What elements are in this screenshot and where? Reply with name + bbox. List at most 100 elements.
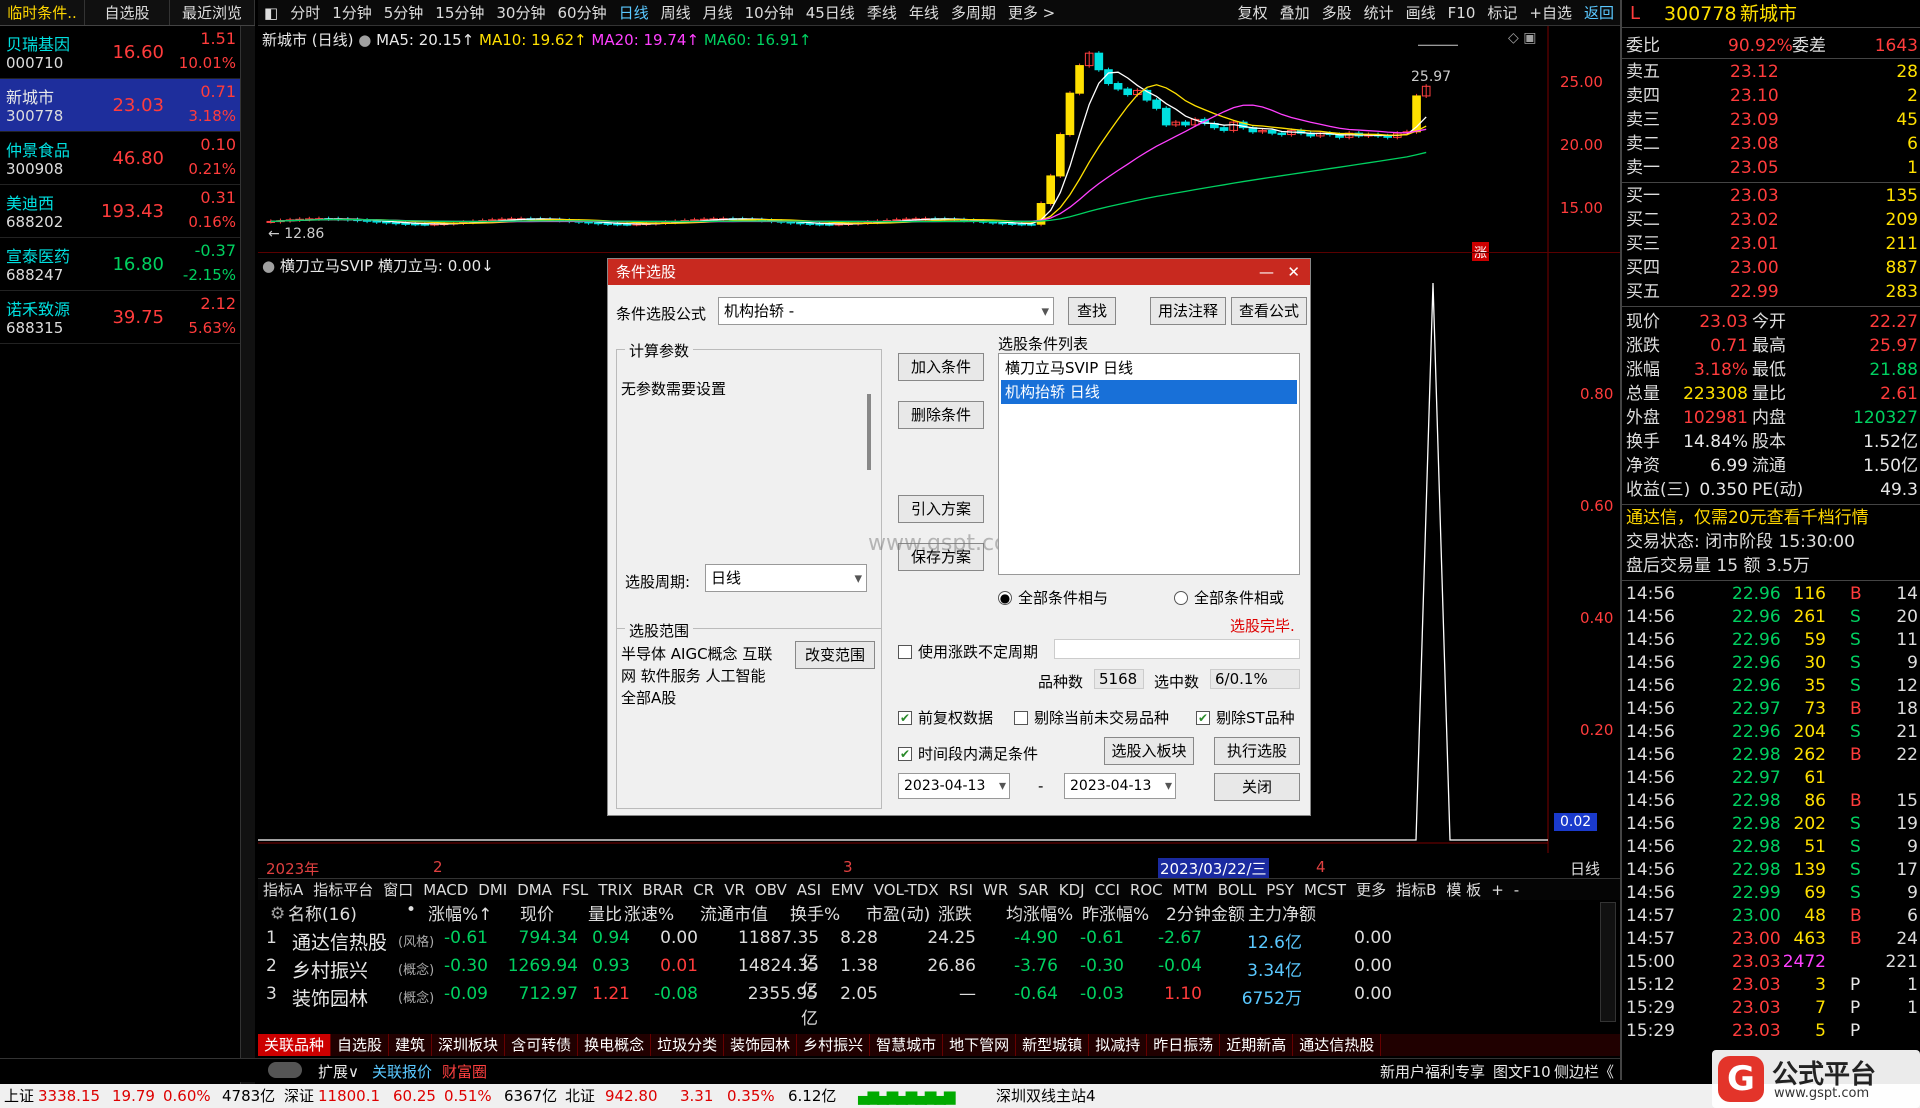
indicator-tab[interactable]: PSY bbox=[1261, 881, 1299, 899]
indicator-tab[interactable]: + bbox=[1486, 881, 1509, 899]
radio-and[interactable]: ● 全部条件相与 bbox=[998, 587, 1108, 608]
related-tab[interactable]: 换电概念 bbox=[578, 1034, 652, 1056]
watchlist-item[interactable]: 美迪西 688202 193.43 0.31 0.16% bbox=[0, 185, 240, 238]
toolbar-right-item[interactable]: 叠加 bbox=[1274, 2, 1316, 23]
f10-link[interactable]: 图文F10 bbox=[1493, 1061, 1551, 1082]
add-condition-button[interactable]: 加入条件 bbox=[898, 353, 984, 381]
indicator-tab[interactable]: VOL-TDX bbox=[869, 881, 944, 899]
period-select[interactable]: 日线 ▾ bbox=[705, 564, 867, 592]
expand-button[interactable]: 扩展∨ bbox=[318, 1061, 359, 1082]
date-from-field[interactable]: 2023-04-13 ▾ bbox=[898, 773, 1010, 799]
toolbar-right-item[interactable]: F10 bbox=[1442, 4, 1482, 22]
related-quote-button[interactable]: 关联报价 bbox=[372, 1061, 432, 1082]
sidebar-link[interactable]: 侧边栏《 bbox=[1554, 1061, 1614, 1082]
table-row[interactable]: 1 通达信热股 (风格) -0.61 794.34 0.94 0.00 11887.35亿 8.… bbox=[258, 928, 1598, 973]
period-tab[interactable]: 15分钟 bbox=[429, 2, 490, 23]
variable-period-field[interactable] bbox=[1054, 639, 1300, 659]
indicator-tab[interactable]: TRIX bbox=[593, 881, 637, 899]
run-select-button[interactable]: 执行选股 bbox=[1214, 737, 1300, 765]
server-label[interactable]: 深圳双线主站4 bbox=[996, 1084, 1096, 1108]
toolbar-right-item[interactable]: 统计 bbox=[1358, 2, 1400, 23]
to-block-button[interactable]: 选股入板块 bbox=[1104, 737, 1194, 765]
related-tab[interactable]: 关联品种 bbox=[258, 1034, 332, 1056]
indicator-tab[interactable]: 指标B bbox=[1391, 879, 1441, 900]
table-header-cell[interactable]: • bbox=[406, 900, 416, 920]
indicator-tab[interactable]: KDJ bbox=[1054, 881, 1090, 899]
table-header-cell[interactable]: 昨涨幅% bbox=[1082, 900, 1149, 925]
change-range-button[interactable]: 改变范围 bbox=[795, 641, 875, 669]
related-tab[interactable]: 地下管网 bbox=[943, 1034, 1017, 1056]
table-scrollbar[interactable] bbox=[1600, 902, 1616, 1022]
indicator-tab[interactable]: 指标A bbox=[258, 879, 308, 900]
period-tab[interactable]: 年线 bbox=[903, 2, 945, 23]
close-icon[interactable]: ✕ bbox=[1287, 259, 1300, 285]
period-tab[interactable]: 日线 bbox=[613, 2, 655, 23]
table-header-cell[interactable]: 现价 bbox=[520, 900, 554, 925]
table-row[interactable]: 3 装饰园林 (概念) -0.09 712.97 1.21 -0.08 2355.95亿 2.0… bbox=[258, 984, 1598, 1029]
watchlist-tab-favorites[interactable]: 自选股 bbox=[85, 0, 170, 25]
indicator-tab[interactable]: DMI bbox=[473, 881, 512, 899]
toolbar-right-item[interactable]: 返回 bbox=[1578, 2, 1620, 23]
table-header-cell[interactable]: 名称(16) bbox=[288, 900, 357, 925]
indicator-tab[interactable]: BRAR bbox=[638, 881, 689, 899]
indicator-tab[interactable]: BOLL bbox=[1213, 881, 1262, 899]
dialog-titlebar[interactable]: 条件选股 — ✕ bbox=[608, 259, 1310, 285]
indicator-tab[interactable]: DMA bbox=[512, 881, 557, 899]
table-header-cell[interactable]: 主力净额 bbox=[1248, 900, 1316, 925]
period-tab[interactable]: 10分钟 bbox=[739, 2, 800, 23]
table-header-cell[interactable]: 涨跌 bbox=[938, 900, 972, 925]
indicator-tab[interactable]: CR bbox=[688, 881, 719, 899]
related-tab[interactable]: 昨日振荡 bbox=[1147, 1034, 1221, 1056]
period-tab[interactable]: 周线 bbox=[655, 2, 697, 23]
period-tab[interactable]: 30分钟 bbox=[490, 2, 551, 23]
import-plan-button[interactable]: 引入方案 bbox=[898, 495, 984, 523]
radio-or[interactable]: 全部条件相或 bbox=[1174, 587, 1284, 608]
toolbar-right-item[interactable]: 画线 bbox=[1400, 2, 1442, 23]
table-header-cell[interactable]: 换手% bbox=[790, 900, 840, 925]
period-tab[interactable]: 分时 bbox=[284, 2, 326, 23]
formula-select[interactable]: 机构抬轿 - ▾ bbox=[718, 297, 1054, 325]
watchlist-item[interactable]: 诺禾致源 688315 39.75 2.12 5.63% bbox=[0, 291, 240, 344]
close-button[interactable]: 关闭 bbox=[1214, 773, 1300, 801]
table-header-cell[interactable]: 市盈(动) bbox=[866, 900, 930, 925]
watchlist-scrollbar[interactable] bbox=[240, 26, 255, 1084]
period-tab[interactable]: 5分钟 bbox=[378, 2, 430, 23]
related-tab[interactable]: 智慧城市 bbox=[870, 1034, 944, 1056]
related-tab[interactable]: 拟减持 bbox=[1089, 1034, 1148, 1056]
table-header-cell[interactable]: 2分钟金额 bbox=[1166, 900, 1245, 925]
period-tab[interactable]: 季线 bbox=[861, 2, 903, 23]
table-header-cell[interactable]: 量比 bbox=[588, 900, 622, 925]
indicator-tab[interactable]: 模 板 bbox=[1441, 879, 1486, 900]
indicator-tab[interactable]: ASI bbox=[792, 881, 826, 899]
period-tab[interactable]: 更多 > bbox=[1002, 2, 1061, 23]
find-button[interactable]: 查找 bbox=[1068, 297, 1116, 325]
minimize-icon[interactable]: — bbox=[1259, 259, 1274, 285]
chk-time-range[interactable]: ✔ 时间段内满足条件 bbox=[898, 743, 1038, 764]
chk-del-untraded[interactable]: 剔除当前未交易品种 bbox=[1014, 707, 1169, 728]
related-tab[interactable]: 深圳板块 bbox=[432, 1034, 506, 1056]
panel-toggle-icon[interactable]: ◧ bbox=[258, 4, 284, 22]
period-tab[interactable]: 1分钟 bbox=[326, 2, 378, 23]
indicator-tab[interactable]: FSL bbox=[557, 881, 593, 899]
indicator-tab[interactable]: MACD bbox=[418, 881, 473, 899]
indicator-tab[interactable]: OBV bbox=[750, 881, 792, 899]
toolbar-right-item[interactable]: 多股 bbox=[1316, 2, 1358, 23]
chk-del-st[interactable]: ✔ 剔除ST品种 bbox=[1196, 707, 1295, 728]
indicator-tab[interactable]: MTM bbox=[1168, 881, 1213, 899]
related-tab[interactable]: 新型城镇 bbox=[1016, 1034, 1090, 1056]
related-tab[interactable]: 建筑 bbox=[389, 1034, 433, 1056]
table-settings-icon[interactable]: ⚙ bbox=[270, 904, 285, 924]
table-header-cell[interactable]: 均涨幅% bbox=[1006, 900, 1073, 925]
table-header-cell[interactable]: 涨速% bbox=[624, 900, 674, 925]
params-scrollbar[interactable] bbox=[867, 394, 871, 470]
new-user-link[interactable]: 新用户福利专享 bbox=[1380, 1061, 1485, 1082]
indicator-tab[interactable]: SAR bbox=[1013, 881, 1053, 899]
condition-item-1[interactable]: 横刀立马SVIP 日线 bbox=[1001, 356, 1297, 380]
toolbar-right-item[interactable]: +自选 bbox=[1523, 2, 1578, 23]
related-tab[interactable]: 垃圾分类 bbox=[651, 1034, 725, 1056]
indicator-tab[interactable]: EMV bbox=[826, 881, 869, 899]
watchlist-item[interactable]: 仲景食品 300908 46.80 0.10 0.21% bbox=[0, 132, 240, 185]
watchlist-item[interactable]: 宣泰医药 688247 16.80 -0.37 -2.15% bbox=[0, 238, 240, 291]
chart-settings-icon[interactable]: ◇ ▣ bbox=[1508, 30, 1536, 46]
chk-fq[interactable]: ✔ 前复权数据 bbox=[898, 707, 993, 728]
